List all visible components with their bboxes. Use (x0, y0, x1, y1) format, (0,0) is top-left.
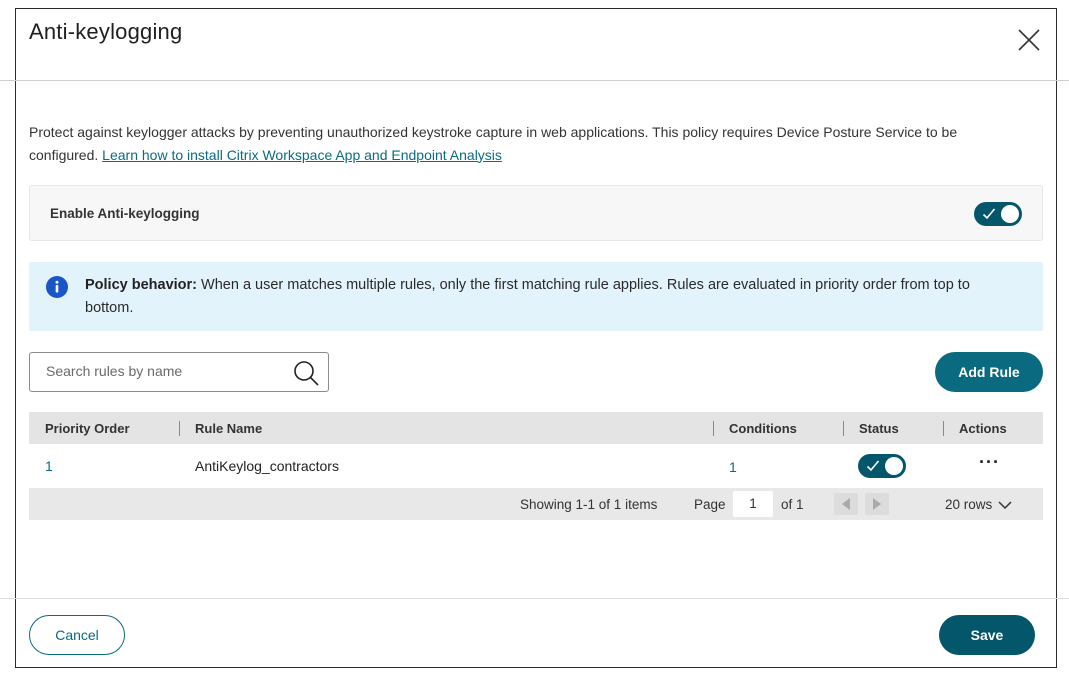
chevron-right-icon (873, 498, 881, 510)
pager-of-label: of 1 (781, 497, 804, 512)
info-body: When a user matches multiple rules, only… (85, 277, 970, 316)
header-divider (0, 80, 1069, 81)
cancel-button[interactable]: Cancel (29, 615, 125, 655)
toggle-knob (1001, 205, 1019, 223)
footer-divider (0, 598, 1069, 599)
policy-description: Protect against keylogger attacks by pre… (29, 121, 1029, 166)
table-row: 1 AntiKeylog_contractors 1 ··· (29, 444, 1043, 488)
search-box (29, 352, 329, 392)
enable-panel: Enable Anti-keylogging (29, 185, 1043, 241)
page-number-input[interactable]: 1 (733, 491, 773, 517)
search-icon[interactable] (292, 359, 320, 387)
toggle-knob (885, 457, 903, 475)
check-icon (982, 208, 996, 220)
header-conditions[interactable]: Conditions (729, 421, 797, 436)
pager-showing: Showing 1-1 of 1 items (520, 497, 658, 512)
row-actions-menu[interactable]: ··· (979, 452, 1000, 473)
rules-table: Priority Order Rule Name Conditions Stat… (29, 412, 1043, 520)
header-priority[interactable]: Priority Order (45, 421, 130, 436)
row-status-toggle[interactable] (858, 454, 906, 478)
table-pager: Showing 1-1 of 1 items Page 1 of 1 20 ro… (29, 488, 1043, 520)
info-icon (46, 276, 68, 298)
enable-toggle[interactable] (974, 202, 1022, 226)
header-separator (943, 421, 944, 436)
enable-label: Enable Anti-keylogging (50, 206, 200, 221)
table-header: Priority Order Rule Name Conditions Stat… (29, 412, 1043, 444)
header-rule-name[interactable]: Rule Name (195, 421, 262, 436)
check-icon (866, 460, 880, 472)
chevron-down-icon (998, 501, 1012, 509)
header-separator (179, 421, 180, 436)
rows-per-page-select[interactable]: 20 rows (945, 497, 1012, 512)
header-status[interactable]: Status (859, 421, 899, 436)
row-conditions[interactable]: 1 (729, 459, 737, 475)
row-rule-name[interactable]: AntiKeylog_contractors (195, 458, 339, 474)
install-help-link[interactable]: Learn how to install Citrix Workspace Ap… (102, 147, 502, 163)
dialog-title: Anti-keylogging (29, 19, 183, 44)
close-icon (1018, 29, 1040, 51)
anti-keylogging-dialog (15, 8, 1057, 668)
policy-behavior-info: Policy behavior: When a user matches mul… (29, 262, 1043, 331)
next-page-button[interactable] (865, 493, 889, 515)
search-input[interactable] (46, 363, 276, 379)
row-priority[interactable]: 1 (45, 458, 53, 474)
header-actions: Actions (959, 421, 1007, 436)
header-separator (713, 421, 714, 436)
header-separator (843, 421, 844, 436)
rows-per-page-label: 20 rows (945, 497, 993, 512)
prev-page-button[interactable] (834, 493, 858, 515)
info-title: Policy behavior: (85, 277, 198, 293)
info-text: Policy behavior: When a user matches mul… (85, 274, 1015, 320)
pager-page-label: Page (694, 497, 726, 512)
close-button[interactable] (1015, 26, 1043, 54)
save-button[interactable]: Save (939, 615, 1035, 655)
chevron-left-icon (842, 498, 850, 510)
add-rule-button[interactable]: Add Rule (935, 352, 1043, 392)
